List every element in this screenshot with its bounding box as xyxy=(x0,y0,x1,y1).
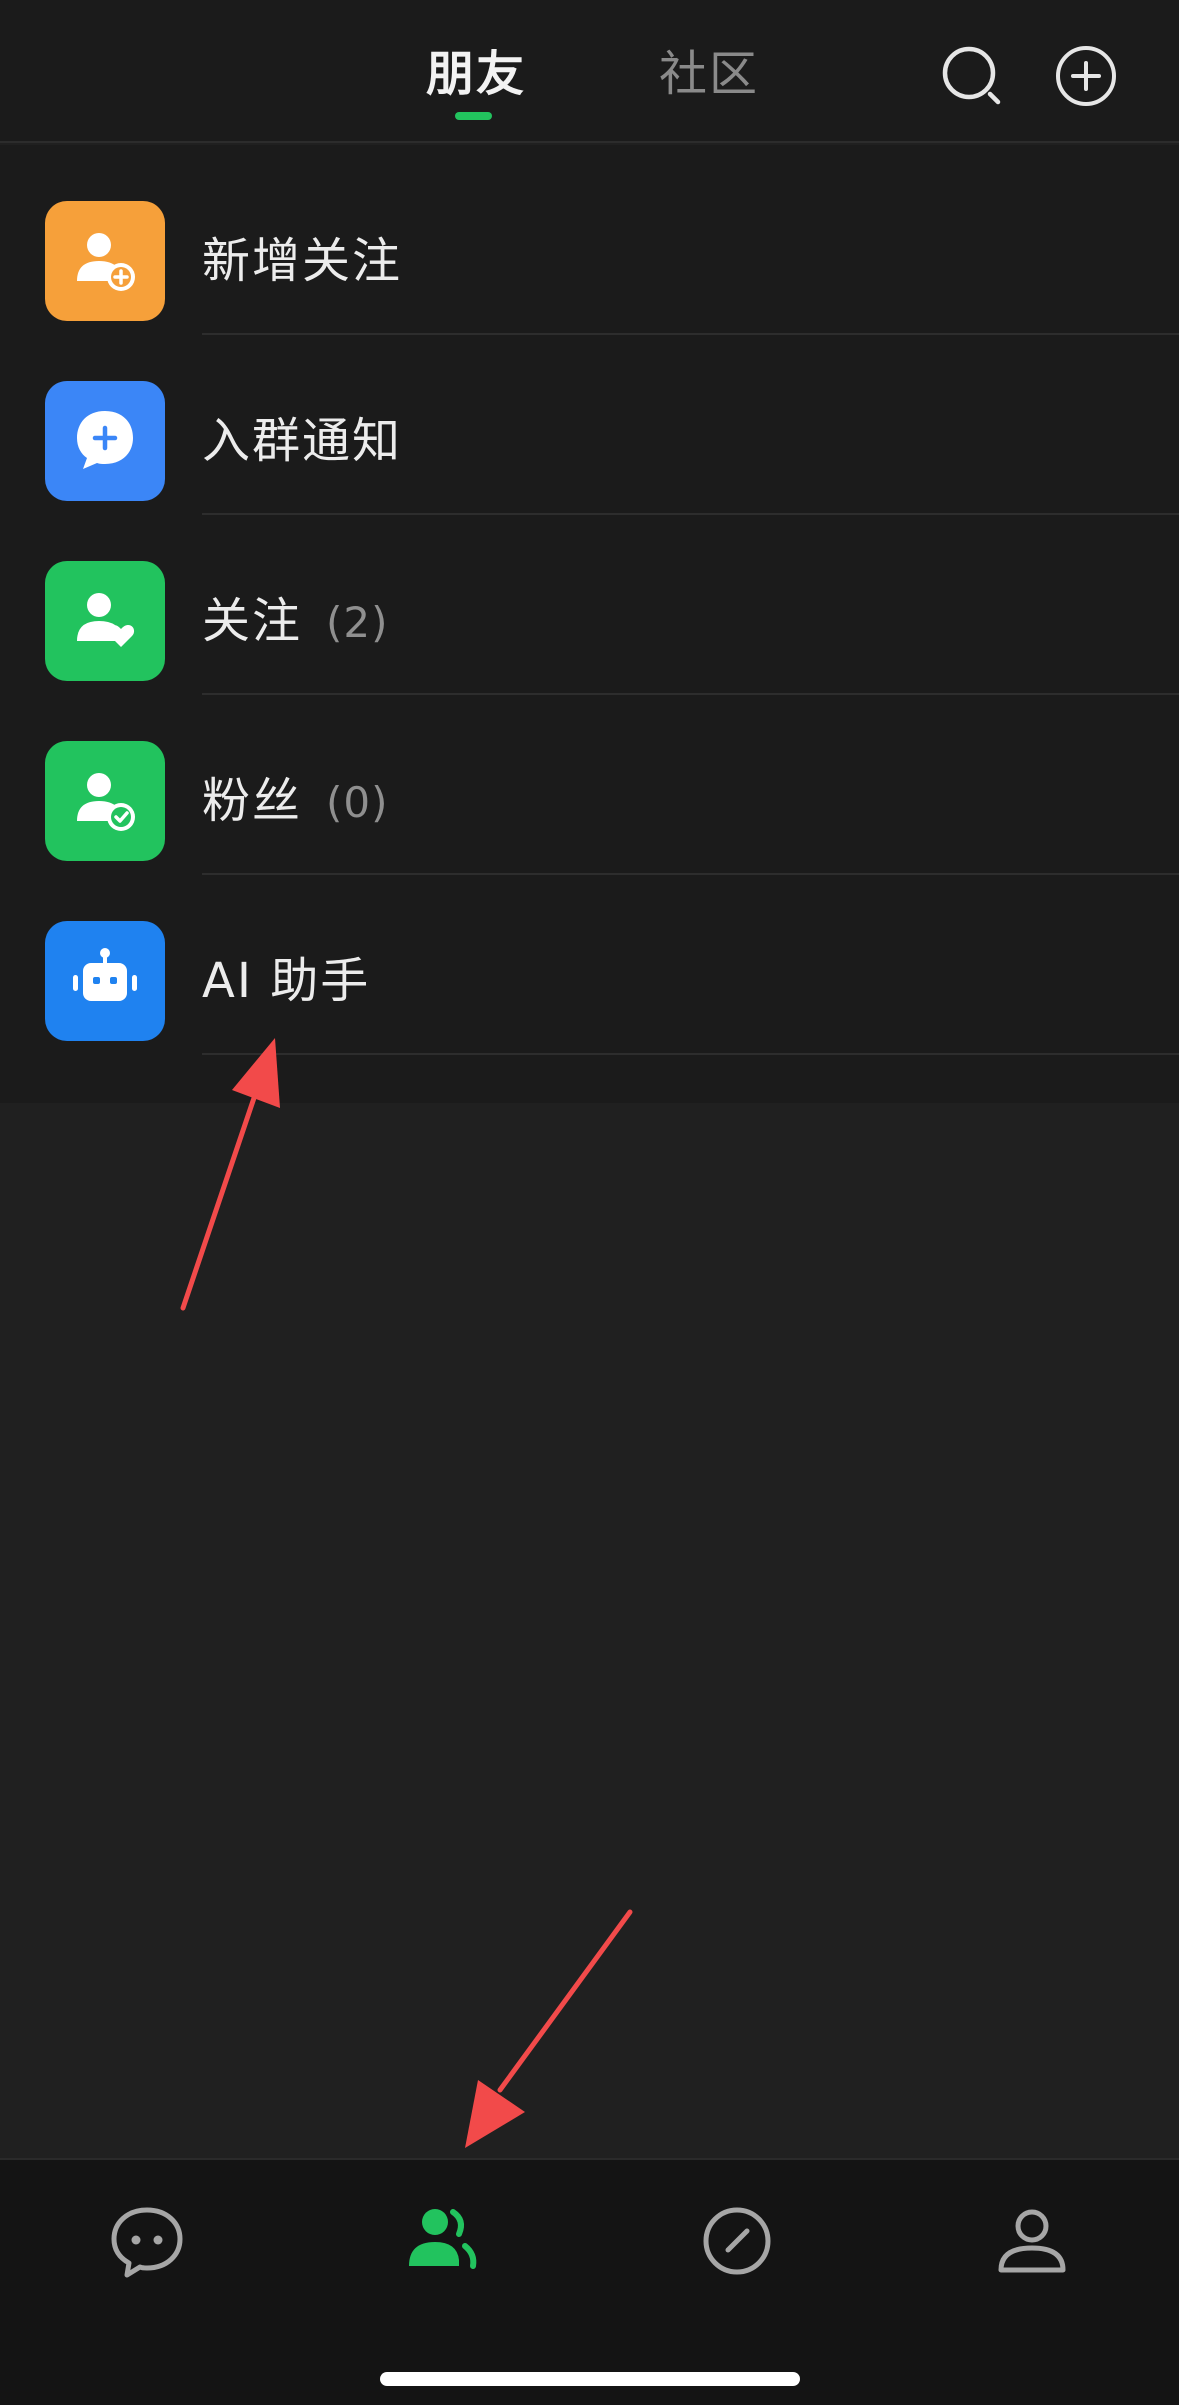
friends-icon xyxy=(409,2209,477,2269)
tab-friends[interactable]: 朋友 xyxy=(426,44,526,104)
nav-chat[interactable] xyxy=(102,2196,192,2286)
home-indicator xyxy=(380,2372,800,2386)
list-item-new-follow[interactable]: 新增关注 xyxy=(0,145,1179,335)
list-item-group-notice[interactable]: 入群通知 xyxy=(0,325,1179,515)
top-header: 朋友 社区 xyxy=(0,0,1179,143)
list-item-following[interactable]: 关注 (2) xyxy=(0,505,1179,695)
discover-icon xyxy=(703,2207,771,2275)
add-circle-icon xyxy=(1056,46,1116,106)
user-heart-icon xyxy=(45,561,165,681)
arrow-to-friends-tab xyxy=(465,1909,633,2148)
list-item-label: 新增关注 xyxy=(202,233,403,289)
divider xyxy=(202,1053,1179,1055)
fans-count: (0) xyxy=(326,778,389,827)
nav-friends[interactable] xyxy=(397,2196,487,2286)
list-item-label: 关注 (2) xyxy=(202,593,389,649)
list-item-label: 入群通知 xyxy=(202,413,403,469)
profile-icon xyxy=(998,2209,1066,2273)
nav-profile[interactable] xyxy=(987,2196,1077,2286)
chat-icon xyxy=(111,2207,183,2278)
active-tab-indicator xyxy=(455,112,492,120)
list-item-label: 粉丝 (0) xyxy=(202,773,389,829)
search-button[interactable] xyxy=(940,44,1004,108)
list-item-label: AI 助手 xyxy=(202,953,371,1009)
bottom-navigation xyxy=(0,2158,1179,2405)
search-icon xyxy=(942,46,1001,105)
robot-icon xyxy=(45,921,165,1041)
nav-discover[interactable] xyxy=(692,2196,782,2286)
user-check-icon xyxy=(45,741,165,861)
add-user-icon xyxy=(45,201,165,321)
list-item-ai-assistant[interactable]: AI 助手 xyxy=(0,865,1179,1055)
friends-menu-list: 新增关注 入群通知 关注 (2) 粉丝 (0) AI 助手 xyxy=(0,145,1179,1103)
friends-screen: 朋友 社区 新增关注 入群通知 关注 (2) 粉丝 (0) AI 助手 xyxy=(0,0,1179,2405)
list-item-fans[interactable]: 粉丝 (0) xyxy=(0,685,1179,875)
chat-plus-icon xyxy=(45,381,165,501)
following-count: (2) xyxy=(326,598,389,647)
add-button[interactable] xyxy=(1054,44,1118,108)
tab-community[interactable]: 社区 xyxy=(659,44,759,104)
